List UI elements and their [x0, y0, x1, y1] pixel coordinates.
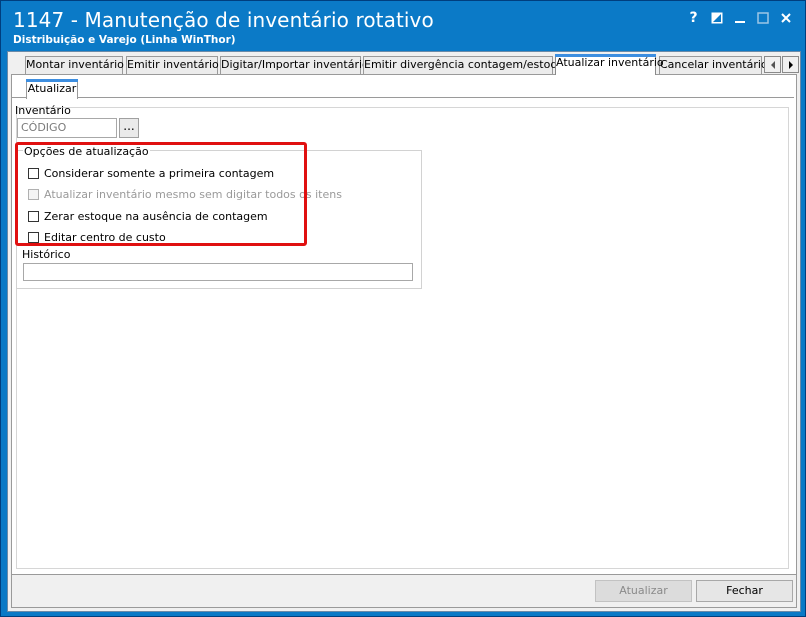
checkbox-box[interactable]: [28, 189, 39, 200]
checkbox-box[interactable]: [28, 168, 39, 179]
app-window: 1147 - Manutenção de inventário rotativo…: [0, 0, 806, 617]
checkbox-label: Editar centro de custo: [44, 231, 166, 244]
historico-input[interactable]: [23, 263, 413, 281]
checkbox-label: Atualizar inventário mesmo sem digitar t…: [44, 188, 342, 201]
tab-scroll-left-icon[interactable]: [764, 56, 781, 73]
historico-label: Histórico: [22, 248, 71, 261]
minimize-icon[interactable]: [728, 9, 751, 27]
bottom-button-bar: Atualizar Fechar: [11, 574, 797, 608]
inventario-search-button[interactable]: ...: [119, 118, 139, 138]
edit-icon[interactable]: [705, 9, 728, 27]
atualizar-sem-digitar-checkbox[interactable]: Atualizar inventário mesmo sem digitar t…: [28, 188, 342, 201]
tab-emitir-inventario[interactable]: Emitir inventário: [126, 56, 219, 74]
atualizar-button[interactable]: Atualizar: [595, 580, 692, 602]
tab-cancelar-inventario[interactable]: Cancelar inventário: [659, 56, 768, 74]
editar-centro-custo-checkbox[interactable]: Editar centro de custo: [28, 231, 166, 244]
help-icon[interactable]: ?: [682, 9, 705, 27]
checkbox-box[interactable]: [28, 211, 39, 222]
fechar-button[interactable]: Fechar: [696, 580, 793, 602]
zerar-estoque-checkbox[interactable]: Zerar estoque na ausência de contagem: [28, 210, 268, 223]
tab-scroll-right-icon[interactable]: [782, 56, 799, 73]
considerar-primeira-contagem-checkbox[interactable]: Considerar somente a primeira contagem: [28, 167, 274, 180]
window-controls: ?: [682, 9, 797, 27]
maximize-icon[interactable]: [751, 9, 774, 27]
tab-digitar-importar-inventario[interactable]: Digitar/Importar inventário: [220, 56, 369, 74]
tab-atualizar-inventario[interactable]: Atualizar inventário: [555, 54, 664, 75]
title-bar: 1147 - Manutenção de inventário rotativo…: [1, 1, 805, 51]
client-area: Montar inventário Emitir inventário Digi…: [7, 51, 801, 612]
checkbox-box[interactable]: [28, 232, 39, 243]
window-title: 1147 - Manutenção de inventário rotativo: [13, 8, 434, 32]
checkbox-label: Considerar somente a primeira contagem: [44, 167, 275, 180]
main-tab-strip: Montar inventário Emitir inventário Digi…: [11, 54, 799, 75]
checkbox-label: Zerar estoque na ausência de contagem: [44, 210, 268, 223]
tab-atualizar[interactable]: Atualizar: [26, 79, 78, 99]
tab-montar-inventario[interactable]: Montar inventário: [25, 56, 124, 74]
opcoes-atualizacao-title: Opções de atualização: [23, 145, 150, 158]
tab-emitir-divergencia[interactable]: Emitir divergência contagem/estoque: [363, 56, 571, 74]
inventario-label: Inventário: [15, 104, 71, 117]
inventario-code-input[interactable]: CÓDIGO: [17, 118, 117, 138]
window-subtitle: Distribuição e Varejo (Linha WinThor): [13, 34, 236, 46]
close-icon[interactable]: [774, 9, 797, 27]
